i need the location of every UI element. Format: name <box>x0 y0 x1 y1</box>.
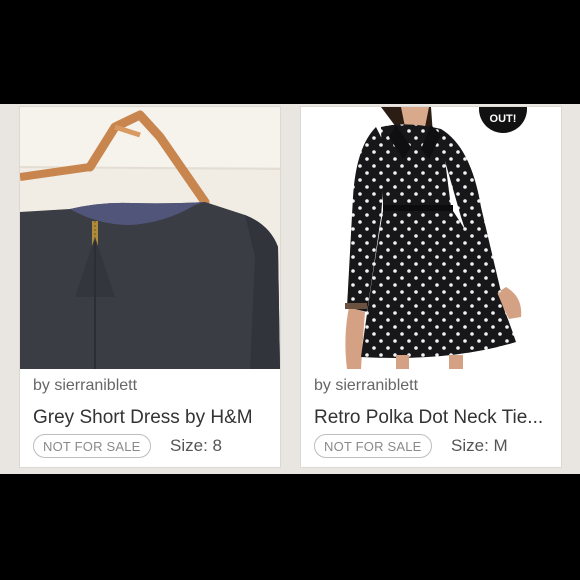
listing-title[interactable]: Grey Short Dress by H&M <box>33 407 273 429</box>
seller-name[interactable]: by sierraniblett <box>314 377 418 395</box>
listing-photo[interactable] <box>301 107 561 369</box>
listing-title[interactable]: Retro Polka Dot Neck Tie... <box>314 407 554 429</box>
listing-card[interactable]: OUT! by sierraniblett Retro Polka Dot Ne… <box>300 106 562 468</box>
size-label: Size: M <box>451 436 508 455</box>
status-badge: NOT FOR SALE <box>33 434 151 458</box>
listing-photo[interactable] <box>20 107 280 369</box>
listing-card[interactable]: by sierraniblett Grey Short Dress by H&M… <box>19 106 281 468</box>
status-badge: NOT FOR SALE <box>314 434 432 458</box>
seller-name[interactable]: by sierraniblett <box>33 377 137 395</box>
size-label: Size: 8 <box>170 436 222 455</box>
